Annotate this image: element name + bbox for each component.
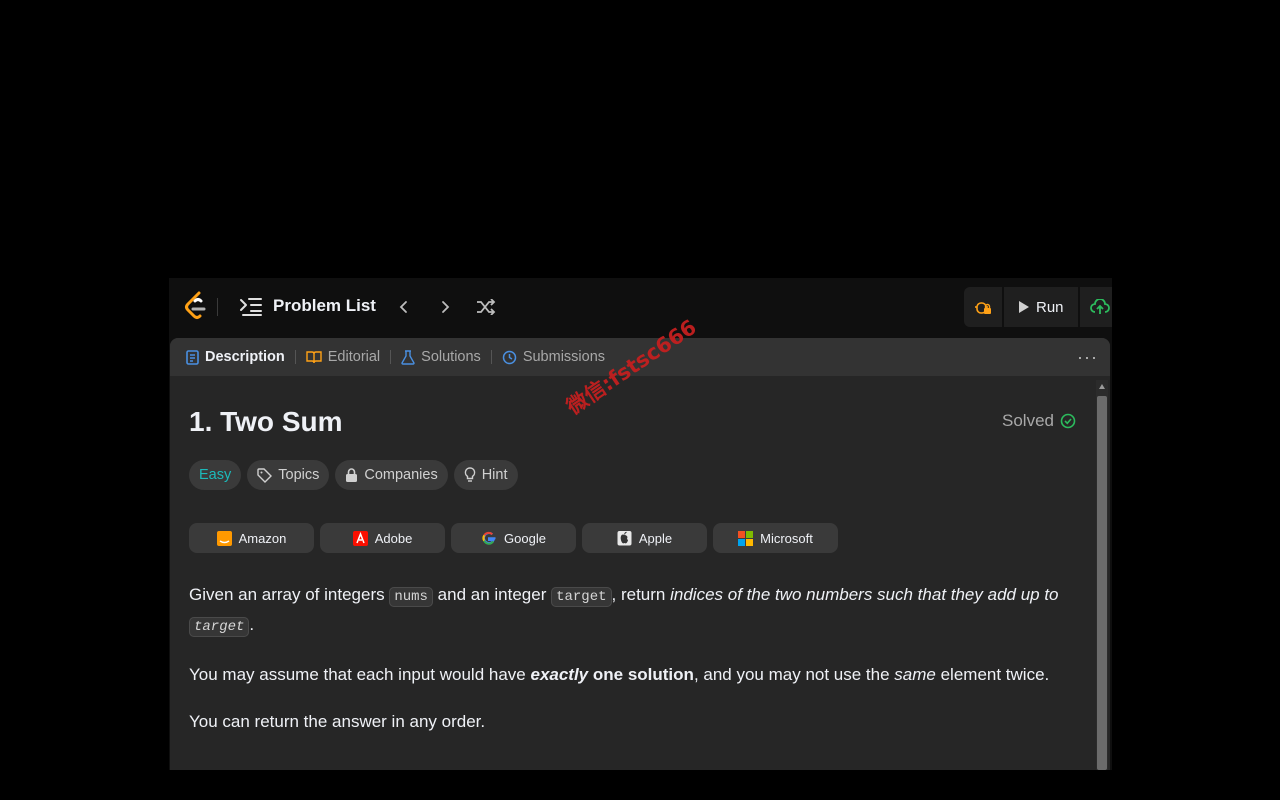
flask-icon	[401, 349, 415, 365]
hint-label: Hint	[481, 467, 508, 483]
problem-tags: Easy Topics Companies Hint	[189, 460, 518, 490]
company-tag-amazon[interactable]: Amazon	[189, 523, 314, 553]
divider	[217, 298, 218, 316]
next-problem-button[interactable]	[433, 295, 457, 319]
inline-code: nums	[389, 587, 433, 607]
lock-icon	[346, 467, 358, 482]
solved-label: Solved	[1002, 411, 1054, 430]
tab-editorial-label: Editorial	[327, 349, 381, 365]
inline-code: target	[551, 587, 612, 607]
company-tag-adobe[interactable]: Adobe	[320, 523, 445, 553]
amazon-logo-icon	[216, 530, 232, 546]
company-tag-microsoft[interactable]: Microsoft	[713, 523, 838, 553]
company-name: Google	[504, 530, 546, 546]
description-paragraph-3: You can return the answer in any order.	[189, 712, 486, 731]
prev-problem-button[interactable]	[392, 295, 416, 319]
check-circle-icon	[1060, 413, 1076, 429]
desc-text: and an integer	[432, 585, 552, 604]
description-paragraph-1: Given an array of integers nums and an i…	[189, 581, 1079, 641]
desc-emphasis: same	[894, 665, 936, 684]
solved-status: Solved	[1002, 411, 1076, 431]
tab-solutions-label: Solutions	[421, 349, 481, 365]
scrollbar-thumb[interactable]	[1097, 396, 1107, 770]
desc-emphasis: exactly	[530, 665, 589, 684]
problem-list-icon[interactable]	[239, 296, 263, 321]
desc-text: Given an array of integers	[189, 585, 390, 604]
adobe-logo-icon	[352, 530, 368, 546]
desc-text: .	[249, 615, 255, 634]
tab-solutions[interactable]: Solutions	[391, 338, 491, 376]
debug-button[interactable]	[964, 287, 1004, 327]
company-name: Microsoft	[760, 530, 813, 546]
tab-description-label: Description	[205, 349, 285, 365]
desc-text: , return	[611, 585, 671, 604]
chevron-right-icon	[442, 301, 450, 313]
microsoft-logo-icon	[738, 530, 754, 546]
tag-icon	[257, 467, 273, 483]
difficulty-badge: Easy	[189, 460, 242, 490]
apple-logo-icon	[617, 531, 632, 546]
inline-code: target	[189, 617, 250, 637]
submit-button[interactable]	[1080, 287, 1112, 327]
companies-chip[interactable]: Companies	[335, 460, 448, 490]
more-options-icon[interactable]: ···	[1077, 347, 1098, 368]
description-panel: Description Editorial Solutions Submissi…	[170, 338, 1110, 770]
tab-editorial[interactable]: Editorial	[296, 338, 390, 376]
company-tags: Amazon Adobe Google Apple Microsoft	[189, 523, 838, 553]
company-name: Apple	[638, 530, 673, 546]
topics-chip[interactable]: Topics	[247, 460, 330, 490]
debug-icon	[975, 302, 991, 314]
lightbulb-icon	[464, 467, 475, 482]
desc-text: You may assume that each input would hav…	[189, 665, 531, 684]
desc-text: , and you may not use the	[693, 665, 895, 684]
company-name: Amazon	[238, 530, 287, 546]
random-problem-button[interactable]	[474, 295, 498, 319]
problem-title: 1. Two Sum	[189, 406, 343, 437]
run-label: Run	[1036, 298, 1064, 316]
tab-submissions-label: Submissions	[522, 349, 606, 365]
desc-emphasis: indices of the two numbers such that the…	[670, 585, 1059, 604]
description-paragraph-2: You may assume that each input would hav…	[189, 661, 1079, 688]
document-icon	[186, 349, 199, 365]
top-bar: Problem List Run	[169, 278, 1112, 336]
run-button[interactable]: Run	[1004, 287, 1080, 327]
scroll-up-arrow-icon[interactable]	[1099, 384, 1105, 389]
desc-text: element twice.	[935, 665, 1050, 684]
shuffle-icon	[477, 299, 496, 315]
cloud-upload-icon	[1089, 299, 1110, 314]
desc-strong: one solution	[588, 665, 694, 684]
problem-description: Given an array of integers nums and an i…	[189, 581, 1079, 755]
play-icon	[1019, 301, 1029, 313]
company-tag-google[interactable]: Google	[451, 523, 576, 553]
run-controls: Run	[964, 287, 1112, 327]
hint-chip[interactable]: Hint	[453, 460, 518, 490]
book-icon	[306, 351, 322, 364]
chevron-left-icon	[399, 301, 407, 313]
scrollbar[interactable]	[1096, 380, 1108, 770]
history-icon	[502, 350, 517, 364]
description-content: 1. Two Sum Solved Easy Topics Companies …	[170, 376, 1094, 770]
company-name: Adobe	[374, 530, 413, 546]
leetcode-logo-icon[interactable]	[183, 291, 209, 321]
topics-label: Topics	[278, 467, 320, 483]
companies-label: Companies	[364, 467, 438, 483]
tab-description[interactable]: Description	[170, 338, 295, 376]
problem-list-label[interactable]: Problem List	[273, 296, 376, 316]
google-logo-icon	[482, 531, 496, 545]
company-tag-apple[interactable]: Apple	[582, 523, 707, 553]
